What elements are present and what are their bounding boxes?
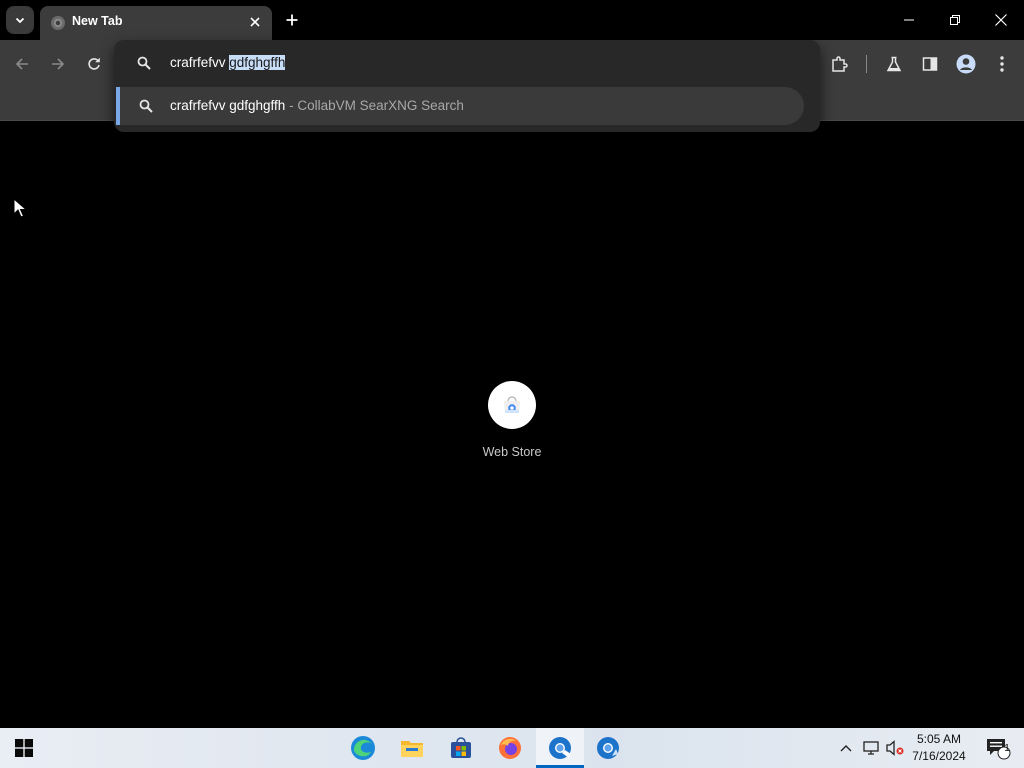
taskbar: 5:05 AM 7/16/2024 1 — [0, 728, 1024, 768]
volume-status[interactable] — [883, 732, 907, 764]
chrome-beta-icon — [597, 737, 619, 759]
chrome-web-store-icon — [504, 396, 520, 413]
mouse-cursor-icon — [13, 198, 27, 218]
show-hidden-icons-button[interactable] — [834, 732, 858, 764]
chevron-down-icon — [15, 17, 25, 24]
suggestion-text: crafrfefvv gdfghgffh - CollabVM SearXNG … — [170, 98, 464, 113]
suggestion-engine: CollabVM SearXNG Search — [297, 98, 464, 113]
clock-time: 5:05 AM — [916, 732, 962, 746]
network-status[interactable] — [859, 732, 883, 764]
chevron-up-icon — [840, 745, 852, 752]
plus-icon — [286, 14, 298, 26]
labs-button[interactable] — [881, 51, 907, 77]
taskbar-chrome[interactable] — [540, 732, 580, 764]
taskbar-edge[interactable] — [343, 732, 383, 764]
arrow-left-icon — [15, 58, 28, 70]
search-icon — [137, 56, 151, 70]
close-icon — [995, 14, 1007, 26]
search-icon — [139, 99, 153, 113]
omnibox-input[interactable]: crafrfefvv gdfghgffh — [170, 55, 286, 70]
start-button[interactable] — [4, 732, 44, 764]
taskbar-microsoft-store[interactable] — [441, 732, 481, 764]
tab-search-button[interactable] — [6, 6, 34, 34]
new-tab-button[interactable] — [280, 8, 304, 32]
shortcut-web-store[interactable]: Web Store — [472, 381, 552, 471]
suggestion-focus-bar — [116, 87, 120, 125]
omnibox-selected-completion: gdfghgffh — [229, 55, 286, 70]
shortcut-label: Web Store — [482, 445, 542, 459]
clock[interactable]: 5:05 AM 7/16/2024 — [908, 728, 970, 768]
menu-button[interactable] — [989, 51, 1015, 77]
tab-new-tab[interactable]: New Tab — [40, 6, 272, 40]
close-icon — [250, 17, 260, 27]
shortcut-tile — [488, 381, 536, 429]
restore-icon — [950, 15, 960, 25]
omnibox-typed-text: crafrfefvv — [170, 55, 230, 70]
tab-close-button[interactable] — [246, 13, 264, 31]
restore-button[interactable] — [932, 0, 978, 40]
extensions-button[interactable] — [827, 51, 853, 77]
suggestion-query: crafrfefvv gdfghgffh — [170, 98, 286, 113]
file-explorer-icon — [401, 741, 423, 757]
forward-button[interactable] — [44, 50, 72, 78]
tab-strip: New Tab — [0, 0, 1024, 40]
globe-icon — [51, 16, 65, 30]
notification-count: 1 — [1004, 743, 1010, 754]
back-button[interactable] — [8, 50, 36, 78]
omnibox-suggestion[interactable]: crafrfefvv gdfghgffh - CollabVM SearXNG … — [116, 87, 804, 125]
omnibox-popup: crafrfefvv gdfghgffh crafrfefvv gdfghgff… — [114, 40, 820, 132]
avatar-icon — [956, 54, 976, 74]
microsoft-store-icon — [451, 737, 471, 758]
reload-icon — [88, 58, 100, 70]
toolbar-divider — [866, 55, 867, 73]
puzzle-icon — [832, 56, 848, 72]
speaker-muted-icon — [886, 740, 904, 756]
taskbar-file-explorer[interactable] — [392, 732, 432, 764]
clock-date: 7/16/2024 — [912, 749, 966, 763]
reload-button[interactable] — [80, 50, 108, 78]
tab-title: New Tab — [72, 14, 123, 28]
kebab-menu-icon — [1000, 56, 1004, 72]
windows-logo-icon — [15, 739, 33, 757]
profile-button[interactable] — [953, 51, 979, 77]
notification-center-button[interactable]: 1 — [978, 732, 1018, 764]
edge-icon — [351, 736, 375, 760]
suggestion-separator: - — [285, 98, 298, 113]
minimize-button[interactable] — [886, 0, 932, 40]
network-monitor-icon — [863, 741, 879, 755]
arrow-right-icon — [52, 58, 65, 70]
side-panel-icon — [922, 57, 938, 71]
flask-icon — [886, 56, 902, 72]
firefox-icon — [499, 737, 521, 759]
minimize-icon — [904, 19, 914, 21]
side-panel-button[interactable] — [917, 51, 943, 77]
close-window-button[interactable] — [978, 0, 1024, 40]
taskbar-firefox[interactable] — [490, 732, 530, 764]
taskbar-chrome-beta[interactable] — [588, 732, 628, 764]
chrome-icon — [549, 737, 571, 759]
